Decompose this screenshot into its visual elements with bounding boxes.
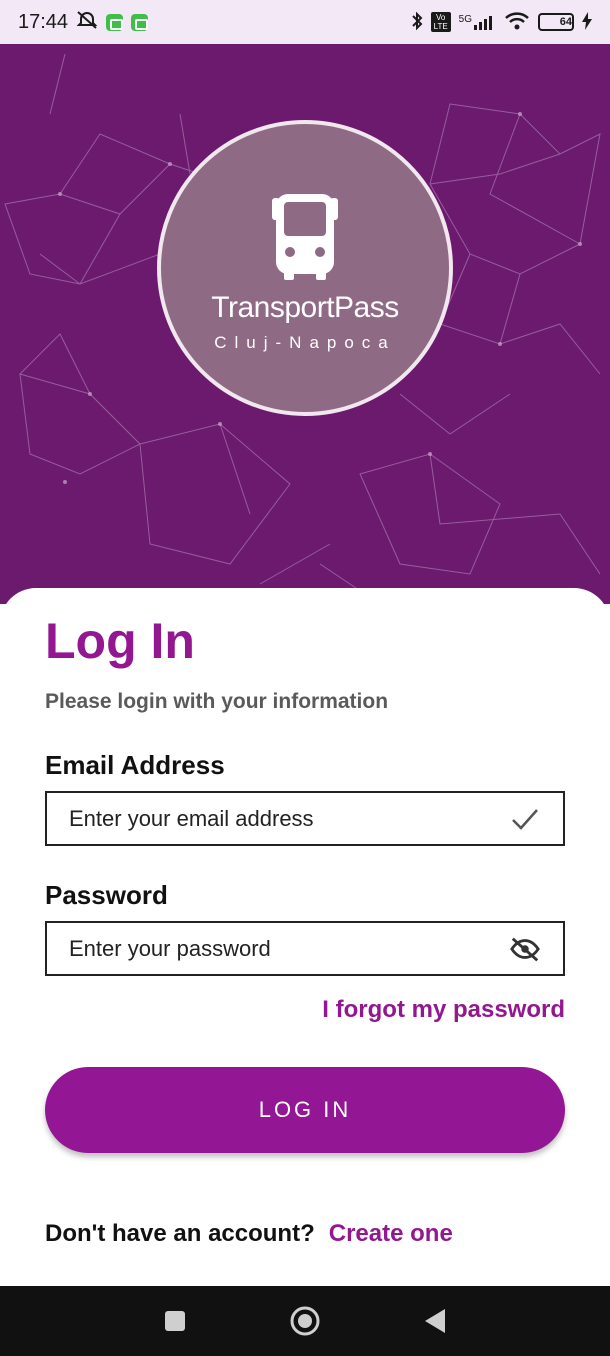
app-notification-icon xyxy=(106,13,124,31)
bus-icon xyxy=(262,194,348,285)
hero-banner: TransportPass Cluj-Napoca xyxy=(0,44,610,604)
password-label: Password xyxy=(45,880,168,910)
signal-icon: 5G xyxy=(459,14,496,30)
app-logo: TransportPass Cluj-Napoca xyxy=(157,120,453,416)
volte-icon: Vo LTE xyxy=(430,12,451,32)
status-time: 17:44 xyxy=(18,10,69,33)
check-icon xyxy=(509,803,541,835)
page-subtitle: Please login with your information xyxy=(45,690,389,713)
signup-prompt: Don't have an account? xyxy=(45,1220,315,1247)
battery-icon: 64 xyxy=(538,13,574,31)
wifi-icon xyxy=(504,11,530,34)
visibility-off-icon[interactable] xyxy=(509,933,541,965)
app-notification-icon xyxy=(131,13,149,31)
status-bar: 17:44 Vo LTE 5G 64 xyxy=(0,0,610,44)
page-title: Log In xyxy=(45,613,195,669)
email-field[interactable] xyxy=(69,805,509,832)
login-card: Log In Please login with your informatio… xyxy=(0,588,610,1286)
bluetooth-icon xyxy=(411,11,423,34)
password-field-container xyxy=(45,921,565,976)
system-navigation-bar xyxy=(0,1286,610,1356)
email-label: Email Address xyxy=(45,750,225,780)
alarm-off-icon xyxy=(76,10,98,35)
login-button[interactable]: LOG IN xyxy=(45,1067,565,1153)
forgot-password-link[interactable]: I forgot my password xyxy=(322,996,565,1024)
recents-button[interactable] xyxy=(155,1301,195,1341)
logo-title: TransportPass xyxy=(211,291,399,324)
email-field-container xyxy=(45,791,565,846)
back-button[interactable] xyxy=(415,1301,455,1341)
logo-subtitle: Cluj-Napoca xyxy=(214,333,396,352)
charging-icon xyxy=(582,11,592,33)
signup-row: Don't have an account? Create one xyxy=(45,1220,453,1248)
create-account-link[interactable]: Create one xyxy=(329,1220,453,1248)
home-button[interactable] xyxy=(285,1301,325,1341)
password-field[interactable] xyxy=(69,935,509,962)
